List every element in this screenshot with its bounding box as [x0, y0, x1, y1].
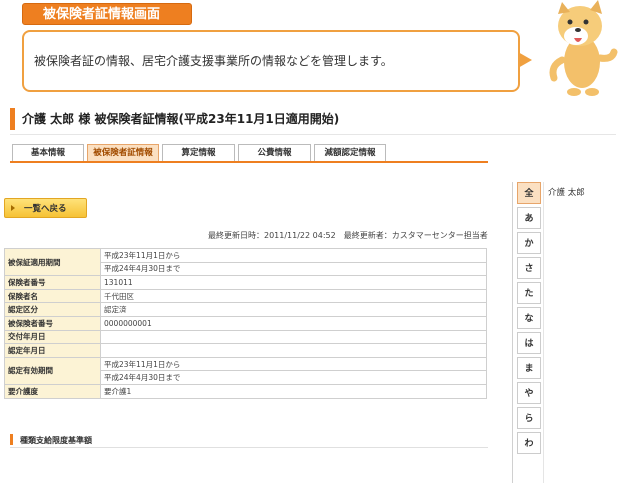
cert-class: 認定済	[100, 302, 487, 317]
insurance-info-table: 被保証適用期間 平成23年11月1日から 平成24年4月30日まで 保険者番号 …	[4, 247, 487, 399]
issue-date	[100, 329, 487, 345]
insurer-name-header: 保険者名	[4, 288, 101, 304]
issue-date-header: 交付年月日	[4, 329, 101, 345]
tab-public-expense[interactable]: 公費情報	[238, 144, 311, 161]
kana-button-all[interactable]: 全	[517, 182, 541, 204]
tab-basic-info[interactable]: 基本情報	[12, 144, 84, 161]
validity-period-header: 被保証適用期間	[4, 247, 101, 277]
bubble-tail	[518, 52, 532, 68]
title-accent-bar	[10, 108, 15, 130]
cert-date-header: 認定年月日	[4, 343, 101, 358]
description-text: 被保険者証の情報、居宅介護支援事業所の情報などを管理します。	[34, 54, 393, 68]
insured-number: 0000000001	[100, 315, 487, 331]
tab-insurance-card[interactable]: 被保険者証情報	[87, 144, 159, 161]
person-list-item[interactable]: 介護 太郎	[548, 186, 585, 198]
kana-button-ta[interactable]: た	[517, 282, 541, 304]
title-divider	[10, 134, 616, 135]
tabs-underline	[10, 161, 488, 163]
page-title: 介護 太郎 様 被保険者証情報(平成23年11月1日適用開始)	[22, 112, 340, 126]
kana-button-wa[interactable]: わ	[517, 432, 541, 454]
insured-number-header: 被保険者番号	[4, 315, 101, 331]
arrow-right-icon	[11, 205, 15, 211]
kana-button-sa[interactable]: さ	[517, 257, 541, 279]
cert-period-from: 平成23年11月1日から	[100, 356, 487, 372]
kana-button-ya[interactable]: や	[517, 382, 541, 404]
validity-to: 平成24年4月30日まで	[100, 261, 487, 277]
cert-date	[100, 343, 487, 358]
last-updated-info: 最終更新日時：2011/11/22 04:52 最終更新者：カスタマーセンター担…	[208, 231, 488, 240]
tab-bar: 基本情報 被保険者証情報 算定情報 公費情報 減額認定情報	[12, 144, 389, 162]
tab-reduction-cert[interactable]: 減額認定情報	[314, 144, 386, 161]
sidebar-divider	[512, 182, 513, 483]
validity-from: 平成23年11月1日から	[100, 248, 487, 263]
care-level: 要介護1	[100, 383, 487, 399]
back-to-list-label[interactable]: 一覧へ戻る	[24, 202, 67, 214]
cert-class-header: 認定区分	[4, 302, 101, 317]
kana-button-ka[interactable]: か	[517, 232, 541, 254]
cert-period-to: 平成24年4月30日まで	[100, 370, 487, 385]
kana-index: 全 あ か さ た な は ま や ら わ	[517, 182, 541, 457]
kana-button-ra[interactable]: ら	[517, 407, 541, 429]
kana-button-a[interactable]: あ	[517, 207, 541, 229]
insurer-number: 131011	[100, 275, 487, 290]
section-title: 種類支給限度基準額	[20, 436, 92, 445]
cert-period-header: 認定有効期間	[4, 356, 101, 385]
dog-mascot-icon	[549, 0, 618, 96]
insurer-name: 千代田区	[100, 288, 487, 304]
kana-button-ma[interactable]: ま	[517, 357, 541, 379]
kana-button-na[interactable]: な	[517, 307, 541, 329]
section-accent-bar	[10, 434, 13, 445]
care-level-header: 要介護度	[4, 383, 101, 399]
kana-button-ha[interactable]: は	[517, 332, 541, 354]
kana-column-divider	[543, 182, 544, 483]
screen-title-badge: 被保険者証情報画面	[22, 3, 192, 25]
insurer-number-header: 保険者番号	[4, 275, 101, 290]
section-divider	[10, 447, 488, 448]
tab-calculation[interactable]: 算定情報	[162, 144, 235, 161]
